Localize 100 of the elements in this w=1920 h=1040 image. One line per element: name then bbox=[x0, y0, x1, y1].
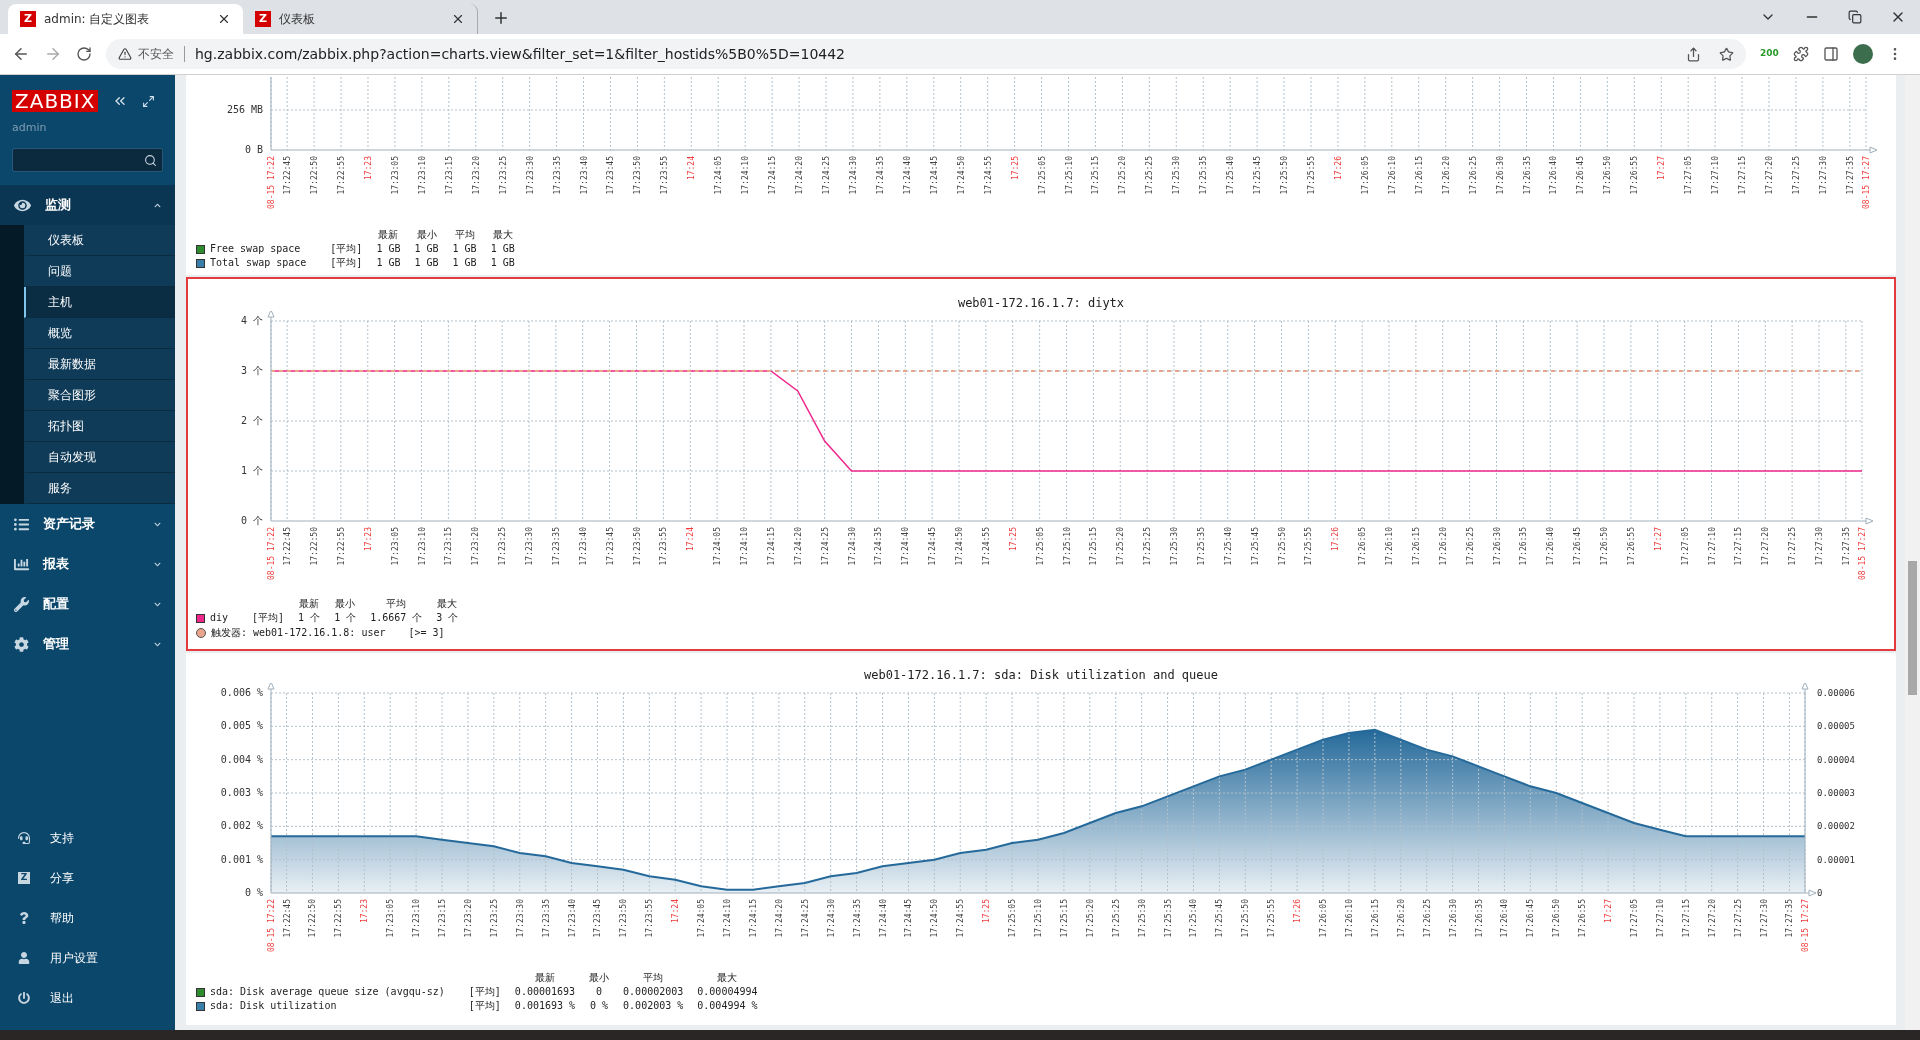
time-label: 17:26:50 bbox=[1552, 899, 1562, 938]
avatar-icon[interactable] bbox=[1852, 44, 1873, 64]
address-bar[interactable]: 不安全 hg.zabbix.com/zabbix.php?action=charts.view&filter_set=1&filter_hostids%5B0%5D=10442 bbox=[106, 39, 1746, 69]
time-label: 17:25:20 bbox=[1118, 156, 1128, 195]
time-label: 17:23:05 bbox=[390, 527, 400, 566]
close-icon[interactable] bbox=[451, 12, 465, 26]
legend-value: 0.004994 % bbox=[697, 999, 758, 1013]
time-label: 17:27:35 bbox=[1785, 899, 1795, 938]
time-label: 17:26:05 bbox=[1319, 899, 1329, 938]
time-label: 17:27 bbox=[1604, 899, 1614, 924]
user-icon bbox=[18, 952, 30, 964]
time-label: 17:26:40 bbox=[1500, 899, 1510, 938]
column-header: 平均 bbox=[385, 597, 408, 611]
time-label: 17:24:55 bbox=[981, 527, 991, 566]
menu-section[interactable]: 管理 bbox=[0, 624, 175, 664]
time-label: 17:23:50 bbox=[633, 156, 643, 195]
time-label: 17:25:10 bbox=[1064, 156, 1074, 195]
kiosk-icon[interactable] bbox=[142, 94, 156, 108]
close-icon[interactable] bbox=[217, 12, 231, 26]
time-label: 17:22:55 bbox=[334, 899, 344, 938]
chevron-down-icon bbox=[154, 520, 161, 528]
menu-item[interactable]: 服务 bbox=[24, 473, 175, 504]
menu-item[interactable]: 支持 bbox=[0, 818, 175, 858]
time-label: 17:23:15 bbox=[438, 899, 447, 938]
time-label: 17:24:10 bbox=[740, 527, 749, 566]
menu-section[interactable]: 资产记录 bbox=[0, 504, 175, 544]
time-label: 17:26:10 bbox=[1387, 156, 1397, 195]
scrollbar[interactable] bbox=[1905, 75, 1920, 1030]
column-header: 最大 bbox=[491, 228, 514, 242]
time-label: 17:23 bbox=[363, 527, 373, 552]
axis-label: 0.00005 bbox=[1817, 721, 1855, 732]
menu-item[interactable]: 用户设置 bbox=[0, 938, 175, 978]
graph-title: web01-172.16.1.7: diytx bbox=[956, 295, 1126, 311]
search-icon[interactable] bbox=[144, 153, 157, 167]
time-label: 17:26 bbox=[1331, 527, 1341, 552]
menu-item[interactable]: 概览 bbox=[24, 318, 175, 349]
time-label: 17:24:05 bbox=[697, 899, 707, 938]
axis-label: 0.002 % bbox=[220, 820, 263, 832]
time-label: 17:27:20 bbox=[1707, 899, 1717, 938]
time-label: 17:22:55 bbox=[337, 156, 347, 195]
menu-item[interactable]: Z 分享 bbox=[0, 858, 175, 898]
time-label: 17:23:10 bbox=[412, 899, 422, 938]
menu-item[interactable]: 问题 bbox=[24, 256, 175, 287]
browser-tab[interactable]: Z admin: 自定义图表 bbox=[8, 4, 243, 34]
restore-icon[interactable] bbox=[1848, 10, 1862, 24]
search-field[interactable] bbox=[12, 148, 163, 172]
legend-function: [平均] bbox=[251, 611, 285, 625]
legend-value: 1 GB bbox=[376, 256, 401, 270]
time-label: 17:26:25 bbox=[1465, 527, 1475, 566]
time-label: 17:25:30 bbox=[1170, 527, 1179, 566]
time-label: 17:23:25 bbox=[489, 899, 499, 938]
time-label: 17:26 bbox=[1293, 899, 1303, 924]
menu-item[interactable]: 最新数据 bbox=[24, 349, 175, 380]
time-label: 17:25:45 bbox=[1253, 156, 1263, 195]
time-label: 17:25:05 bbox=[1037, 156, 1047, 195]
time-label: 17:25:30 bbox=[1137, 899, 1147, 938]
time-label: 17:25:25 bbox=[1143, 527, 1153, 566]
menu-item[interactable]: 自动发现 bbox=[24, 442, 175, 473]
new-tab-icon[interactable] bbox=[492, 9, 510, 27]
time-label: 17:24:50 bbox=[930, 899, 940, 938]
headset-icon bbox=[18, 832, 30, 844]
user-name: admin bbox=[11, 121, 48, 135]
time-label: 17:24:05 bbox=[714, 156, 724, 195]
legend-value: 0 % bbox=[589, 999, 610, 1013]
time-label: 17:23:40 bbox=[578, 527, 588, 566]
side-panel-icon[interactable] bbox=[1822, 46, 1839, 62]
time-label: 17:26:10 bbox=[1385, 527, 1394, 566]
extensions-icon[interactable] bbox=[1792, 46, 1809, 62]
star-icon[interactable] bbox=[1719, 46, 1734, 62]
axis-label: 1 个 bbox=[240, 465, 263, 476]
time-label: 17:24:35 bbox=[874, 527, 884, 566]
zabbix-logo[interactable]: ZABBIX bbox=[12, 90, 99, 112]
menu-section[interactable]: 配置 bbox=[0, 584, 175, 624]
time-label: 17:26:25 bbox=[1468, 156, 1478, 195]
menu-item[interactable]: 帮助 bbox=[0, 898, 175, 938]
axis-label: 0.00003 bbox=[1817, 788, 1855, 798]
reload-icon[interactable] bbox=[76, 46, 92, 62]
time-label: 17:26:55 bbox=[1578, 899, 1588, 938]
time-label: 17:22:45 bbox=[283, 527, 293, 566]
time-label: 17:23:20 bbox=[471, 527, 481, 566]
menu-item[interactable]: 仪表板 bbox=[24, 225, 175, 256]
menu-section[interactable]: 报表 bbox=[0, 544, 175, 584]
security-label: 不安全 bbox=[138, 46, 174, 63]
menu-item[interactable]: 聚合图形 bbox=[24, 380, 175, 411]
time-label: 17:24 bbox=[687, 156, 697, 181]
time-label: 17:24:25 bbox=[800, 899, 810, 938]
time-label: 17:27:25 bbox=[1791, 156, 1801, 195]
menu-item[interactable]: 退出 bbox=[0, 978, 175, 1018]
menu-item[interactable]: 主机 bbox=[24, 287, 175, 318]
bar-chart-icon bbox=[14, 556, 29, 572]
time-label: 17:23:15 bbox=[444, 156, 454, 195]
share-icon[interactable] bbox=[1686, 46, 1701, 62]
legend-label: Free swap space bbox=[210, 242, 301, 256]
legend-function: [平均] bbox=[467, 985, 501, 999]
time-label: 17:24:30 bbox=[847, 527, 857, 566]
back-icon[interactable] bbox=[12, 45, 30, 63]
menu-item[interactable]: 拓扑图 bbox=[24, 411, 175, 442]
extension-badge[interactable]: 200 bbox=[1760, 47, 1779, 61]
column-header: 最新 bbox=[298, 597, 321, 611]
menu-section[interactable]: 监测 bbox=[0, 185, 175, 225]
